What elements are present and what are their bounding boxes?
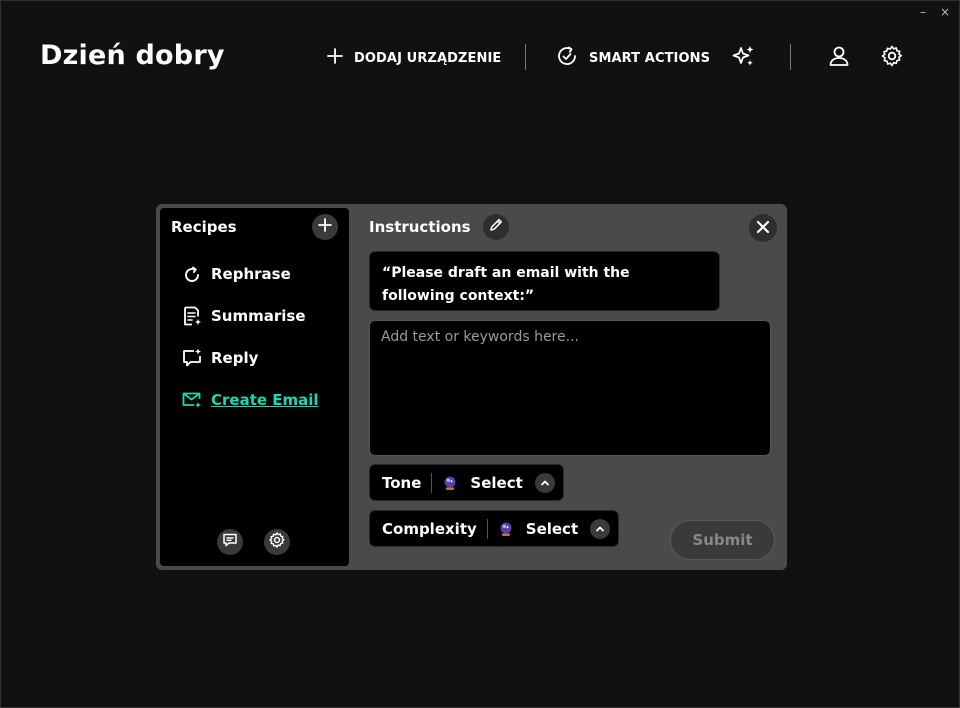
recipe-item-reply[interactable]: Reply xyxy=(181,346,258,370)
smart-actions-label: SMART ACTIONS xyxy=(589,50,711,66)
plus-icon xyxy=(326,47,344,69)
chevron-up-icon xyxy=(590,518,611,539)
submit-button[interactable]: Submit xyxy=(670,520,775,560)
summarise-icon xyxy=(181,305,203,327)
recipe-label: Rephrase xyxy=(211,265,291,283)
edit-instructions-button[interactable] xyxy=(483,214,509,240)
add-recipe-button[interactable] xyxy=(312,214,338,240)
close-dialog-button[interactable] xyxy=(749,214,777,242)
header-divider xyxy=(525,44,526,70)
feedback-icon xyxy=(222,532,238,552)
smart-actions-button[interactable]: SMART ACTIONS xyxy=(555,44,710,72)
tone-label: Tone xyxy=(382,473,422,492)
tone-selector[interactable]: Tone Select xyxy=(369,464,564,501)
recipe-label: Reply xyxy=(211,349,259,367)
complexity-label: Complexity xyxy=(382,519,477,538)
pill-divider xyxy=(431,472,433,493)
instructions-title: Instructions xyxy=(369,218,471,236)
gear-icon xyxy=(268,531,286,553)
account-button[interactable] xyxy=(826,45,852,71)
prompt-text: “Please draft an email with the followin… xyxy=(369,251,720,311)
plus-icon xyxy=(317,217,333,237)
complexity-selector[interactable]: Complexity Select xyxy=(369,510,620,547)
context-input[interactable] xyxy=(369,320,771,456)
rephrase-icon xyxy=(181,263,203,285)
recipe-label: Summarise xyxy=(211,307,306,325)
recipes-title: Recipes xyxy=(171,218,237,236)
recipe-settings-button[interactable] xyxy=(264,529,290,555)
recipe-item-create-email[interactable]: Create Email xyxy=(181,388,319,412)
user-icon xyxy=(827,44,851,72)
feedback-button[interactable] xyxy=(217,529,243,555)
reply-icon xyxy=(181,347,203,369)
add-device-button[interactable]: DODAJ URZĄDZENIE xyxy=(326,44,501,72)
add-device-label: DODAJ URZĄDZENIE xyxy=(354,50,502,66)
crystal-ball-icon xyxy=(442,475,458,491)
ai-sparkles-button[interactable] xyxy=(730,45,756,71)
gear-icon xyxy=(880,44,904,72)
recipe-item-rephrase[interactable]: Rephrase xyxy=(181,262,291,286)
tone-value: Select xyxy=(470,473,523,492)
close-icon xyxy=(756,219,770,238)
crystal-ball-icon xyxy=(498,521,514,537)
settings-button[interactable] xyxy=(879,45,905,71)
create-email-icon xyxy=(181,389,203,411)
recipe-label: Create Email xyxy=(211,391,319,409)
complexity-value: Select xyxy=(525,519,579,538)
recipe-item-summarise[interactable]: Summarise xyxy=(181,304,306,328)
pill-divider xyxy=(486,518,488,539)
smart-actions-icon xyxy=(555,44,579,72)
header-divider xyxy=(790,44,791,70)
window-minimize-button[interactable]: – xyxy=(920,4,926,20)
window-close-button[interactable]: × xyxy=(940,4,950,20)
sparkles-icon xyxy=(730,43,756,73)
greeting-title: Dzień dobry xyxy=(40,40,225,71)
pencil-icon xyxy=(488,217,504,237)
chevron-up-icon xyxy=(534,472,555,493)
